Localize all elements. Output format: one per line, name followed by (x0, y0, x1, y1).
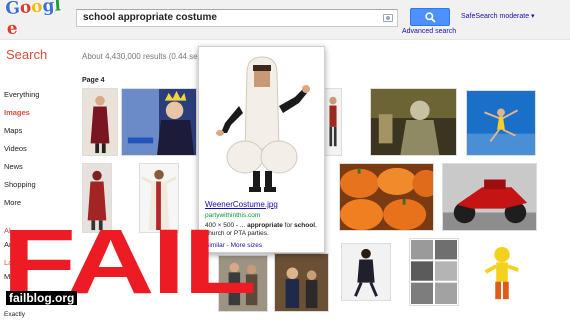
sidebar: Everything Images Maps Videos News Shopp… (4, 86, 64, 212)
sidebar-item-news[interactable]: News (4, 158, 64, 176)
image-result-queen-costume[interactable] (121, 88, 197, 156)
logo-letter: e (6, 18, 19, 40)
camera-icon[interactable] (383, 14, 393, 22)
sidebar-item-videos[interactable]: Videos (4, 140, 64, 158)
desc-bold-school: school (294, 222, 316, 229)
advanced-search-link[interactable]: Advanced search (402, 28, 456, 35)
sidebar-item-images[interactable]: Images (4, 104, 64, 122)
safesearch-dropdown[interactable]: SafeSearch moderate ▾ (461, 12, 535, 20)
image-result-photo-collage[interactable] (409, 238, 459, 306)
results-count: About 4,430,000 results (0.44 sec (82, 52, 202, 61)
image-result-pirate[interactable] (324, 88, 342, 156)
failblog-watermark: failblog.org (6, 291, 78, 305)
image-result-dark-costumes[interactable] (274, 253, 329, 312)
image-result-acrobat[interactable] (466, 90, 536, 156)
search-button[interactable] (410, 8, 450, 26)
image-result-yellow-toy[interactable] (475, 240, 529, 304)
search-icon (425, 12, 436, 23)
logo-letter: l (53, 0, 62, 16)
logo-text: Google (5, 0, 70, 39)
image-result-pumpkins[interactable] (339, 163, 434, 231)
desc-mid: for (282, 222, 295, 229)
preview-image[interactable] (207, 51, 318, 196)
sidebar-item-everything[interactable]: Everything (4, 86, 64, 104)
search-query: school appropriate costume (83, 12, 217, 23)
image-result-dancer[interactable] (341, 243, 391, 301)
sidebar-item-shopping[interactable]: Shopping (4, 176, 64, 194)
page-number-label: Page 4 (82, 77, 105, 84)
image-result-woman-dress[interactable] (82, 88, 118, 156)
search-section-label: Search (6, 47, 48, 62)
sidebar-item-maps[interactable]: Maps (4, 122, 64, 140)
search-input[interactable]: school appropriate costume (76, 9, 398, 27)
preview-title-link[interactable]: WeenerCostume.jpg (205, 200, 278, 209)
top-bar: Google school appropriate costume Advanc… (0, 0, 570, 40)
sidebar-item-more[interactable]: More (4, 194, 64, 212)
google-logo[interactable]: Google (5, 0, 68, 39)
image-result-red-motorcycle[interactable] (442, 163, 537, 231)
image-result-zombie[interactable] (370, 88, 457, 156)
logo-letter: G (4, 0, 21, 20)
